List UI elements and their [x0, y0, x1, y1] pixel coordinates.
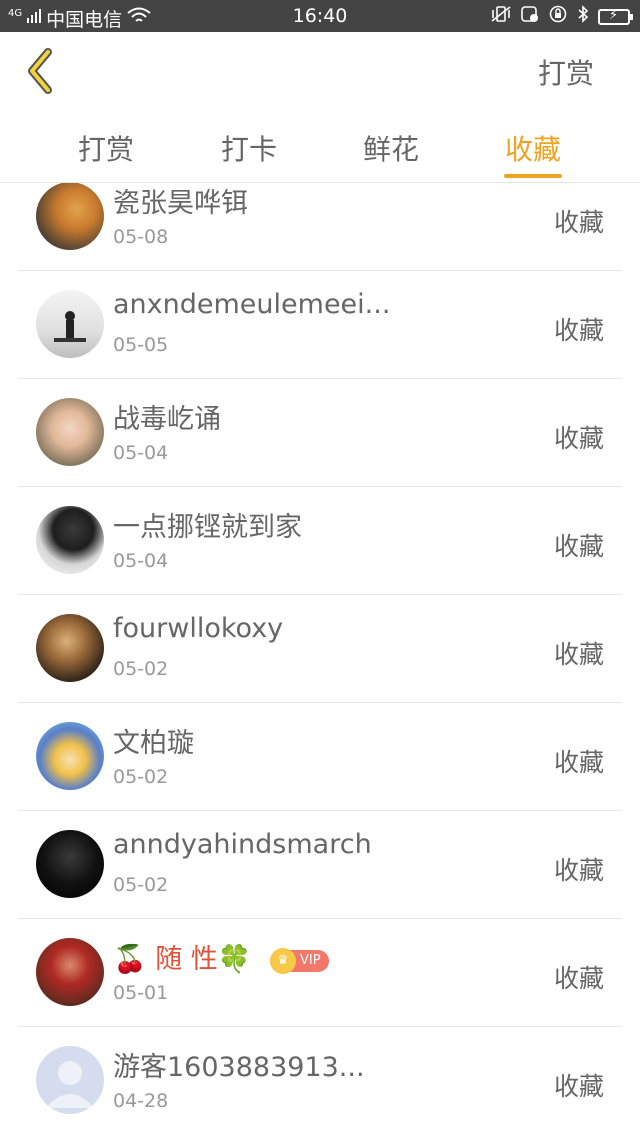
- list-item[interactable]: 瓷张昊哗铒 05-08 收藏: [18, 183, 622, 271]
- list-item[interactable]: fourwllokoxy 05-02 收藏: [18, 595, 622, 703]
- avatar: [36, 506, 104, 574]
- favorite-action: 收藏: [553, 208, 604, 237]
- vip-badge-label: VIP: [300, 952, 321, 968]
- item-date: 05-02: [113, 658, 169, 680]
- item-date: 05-05: [113, 334, 169, 356]
- list-item[interactable]: 战毒屹诵 05-04 收藏: [18, 379, 622, 487]
- user-name: 瓷张昊哗铒: [113, 188, 248, 219]
- list-item[interactable]: 文柏璇 05-02 收藏: [18, 703, 622, 811]
- item-date: 05-02: [113, 766, 169, 788]
- user-name: 战毒屹诵: [113, 404, 221, 435]
- avatar: [36, 830, 104, 898]
- nav-bar: 打赏: [0, 32, 640, 108]
- vip-badge: ♛ VIP: [270, 947, 329, 974]
- avatar-silhouette-icon: [54, 311, 86, 342]
- user-name: 游客1603883913...: [113, 1052, 365, 1083]
- list-item[interactable]: anxndemeulemeei... 05-05 收藏: [18, 271, 622, 379]
- vibrate-icon: [490, 5, 512, 28]
- user-name: 文柏璇: [113, 728, 194, 759]
- item-date: 04-28: [113, 1090, 169, 1112]
- reward-button[interactable]: 打赏: [538, 52, 594, 92]
- favorites-list: 瓷张昊哗铒 05-08 收藏 anxndemeulemeei... 05-05 …: [0, 183, 640, 1138]
- chevron-left-icon: [28, 48, 52, 94]
- favorite-action: 收藏: [553, 316, 604, 345]
- charging-icon: ⚡: [609, 7, 619, 23]
- favorite-action: 收藏: [553, 640, 604, 669]
- rotation-lock-icon: [548, 5, 568, 28]
- list-item[interactable]: 🍒 随 性🍀 ♛ VIP 05-01 收藏: [18, 919, 622, 1027]
- favorite-action: 收藏: [553, 856, 604, 885]
- item-date: 05-04: [113, 550, 169, 572]
- user-name: anxndemeulemeei...: [113, 289, 391, 320]
- favorite-action: 收藏: [553, 1072, 604, 1101]
- tab-checkin[interactable]: 打卡: [189, 128, 309, 168]
- battery-icon: ⚡: [598, 7, 633, 25]
- avatar: [36, 614, 104, 682]
- tab-flowers[interactable]: 鲜花: [331, 128, 451, 168]
- tab-reward[interactable]: 打赏: [46, 128, 166, 168]
- user-name: 一点挪铿就到家: [113, 512, 302, 543]
- crown-icon: ♛: [270, 947, 296, 974]
- item-date: 05-01: [113, 982, 169, 1004]
- item-date: 05-02: [113, 874, 169, 896]
- tab-indicator: [504, 174, 562, 178]
- avatar: [36, 722, 104, 790]
- list-item[interactable]: 游客1603883913... 04-28 收藏: [18, 1027, 622, 1135]
- avatar: [36, 938, 104, 1006]
- back-button[interactable]: [22, 46, 62, 96]
- favorite-action: 收藏: [553, 748, 604, 777]
- tab-favorites[interactable]: 收藏: [473, 128, 593, 168]
- favorite-action: 收藏: [553, 424, 604, 453]
- status-right: ⚡: [490, 5, 633, 28]
- item-date: 05-08: [113, 226, 169, 248]
- default-avatar-icon: [46, 1061, 94, 1108]
- tab-bar: 打赏 打卡 鲜花 收藏: [0, 108, 640, 183]
- bluetooth-icon: [576, 5, 590, 28]
- avatar: [36, 398, 104, 466]
- user-name: anndyahindsmarch: [113, 829, 372, 860]
- avatar: [36, 1046, 104, 1114]
- avatar: [36, 290, 104, 358]
- list-item[interactable]: 一点挪铿就到家 05-04 收藏: [18, 487, 622, 595]
- user-name: fourwllokoxy: [113, 613, 284, 644]
- nfc-icon: [520, 5, 540, 28]
- item-date: 05-04: [113, 442, 169, 464]
- favorite-action: 收藏: [553, 532, 604, 561]
- user-name: 🍒 随 性🍀: [113, 944, 252, 975]
- avatar: [36, 183, 104, 250]
- favorite-action: 收藏: [553, 964, 604, 993]
- status-bar: 4G 中国电信 16:40 ⚡: [0, 0, 640, 32]
- user-name-row: 🍒 随 性🍀 ♛ VIP: [113, 937, 329, 976]
- list-item[interactable]: anndyahindsmarch 05-02 收藏: [18, 811, 622, 919]
